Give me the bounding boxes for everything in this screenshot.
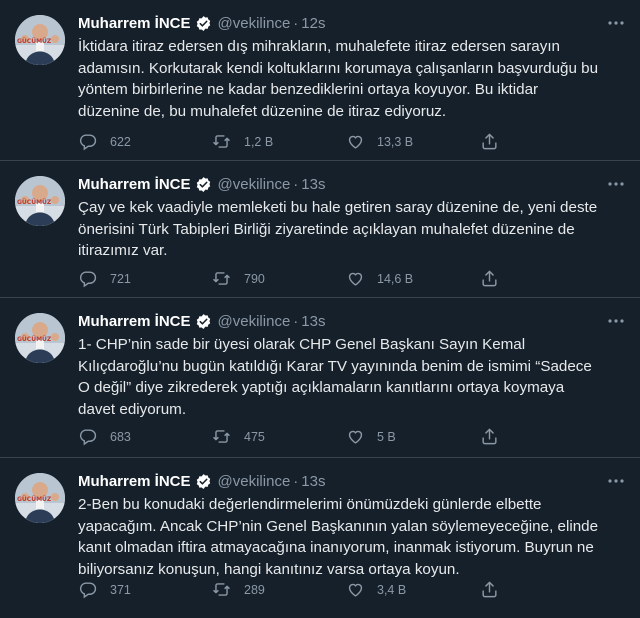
like-button[interactable]: 13,3 B bbox=[346, 132, 480, 151]
retweet-button[interactable]: 289 bbox=[212, 580, 346, 599]
tweet-actions: 683 475 5 B bbox=[78, 427, 614, 446]
tweet[interactable]: GÜCÜMÜZ Muharrem İNCE @vekilince · 13s 2… bbox=[0, 458, 640, 618]
retweet-count: 475 bbox=[244, 429, 265, 444]
tweet-header: Muharrem İNCE @vekilince · 12s bbox=[78, 12, 626, 34]
share-icon bbox=[482, 428, 497, 445]
retweet-icon bbox=[213, 583, 230, 596]
heart-icon bbox=[348, 135, 363, 149]
reply-button[interactable]: 371 bbox=[78, 580, 212, 599]
separator-dot: · bbox=[293, 312, 299, 330]
author-handle[interactable]: @vekilince bbox=[218, 313, 291, 330]
author-name[interactable]: Muharrem İNCE bbox=[78, 473, 191, 490]
avatar[interactable]: GÜCÜMÜZ bbox=[15, 473, 65, 523]
share-button[interactable] bbox=[480, 269, 614, 288]
more-icon[interactable] bbox=[606, 312, 626, 330]
svg-text:GÜCÜMÜZ: GÜCÜMÜZ bbox=[17, 496, 52, 503]
author-name[interactable]: Muharrem İNCE bbox=[78, 176, 191, 193]
like-count: 13,3 B bbox=[377, 134, 414, 149]
separator-dot: · bbox=[293, 14, 299, 32]
share-icon bbox=[482, 133, 497, 150]
heart-icon bbox=[348, 583, 363, 597]
tweet-actions: 371 289 3,4 B bbox=[78, 580, 614, 599]
retweet-count: 289 bbox=[244, 582, 265, 597]
tweet[interactable]: GÜCÜMÜZ Muharrem İNCE @vekilince · 12s İ… bbox=[0, 0, 640, 161]
share-icon bbox=[482, 270, 497, 287]
tweet-text: İktidara itiraz edersen dış mihrakların,… bbox=[78, 38, 599, 120]
heart-icon bbox=[348, 430, 363, 444]
share-button[interactable] bbox=[480, 132, 614, 151]
retweet-icon bbox=[213, 430, 230, 443]
svg-text:GÜCÜMÜZ: GÜCÜMÜZ bbox=[17, 38, 52, 45]
share-button[interactable] bbox=[480, 427, 614, 446]
verified-badge-icon bbox=[195, 313, 212, 330]
reply-button[interactable]: 721 bbox=[78, 269, 212, 288]
like-button[interactable]: 5 B bbox=[346, 427, 480, 446]
like-count: 3,4 B bbox=[377, 582, 407, 597]
avatar[interactable]: GÜCÜMÜZ bbox=[15, 176, 65, 226]
like-button[interactable]: 3,4 B bbox=[346, 580, 480, 599]
reply-icon bbox=[79, 429, 97, 446]
avatar[interactable]: GÜCÜMÜZ bbox=[15, 313, 65, 363]
reply-count: 371 bbox=[110, 582, 131, 597]
retweet-button[interactable]: 1,2 B bbox=[212, 132, 346, 151]
verified-badge-icon bbox=[195, 15, 212, 32]
tweet-header: Muharrem İNCE @vekilince · 13s bbox=[78, 470, 626, 492]
separator-dot: · bbox=[293, 472, 299, 490]
tweet[interactable]: GÜCÜMÜZ Muharrem İNCE @vekilince · 13s 1… bbox=[0, 298, 640, 458]
tweet-actions: 721 790 14,6 B bbox=[78, 269, 614, 288]
author-handle[interactable]: @vekilince bbox=[218, 473, 291, 490]
retweet-icon bbox=[213, 272, 230, 285]
tweet-text: 1- CHP’nin sade bir üyesi olarak CHP Gen… bbox=[78, 336, 592, 418]
like-count: 14,6 B bbox=[377, 271, 414, 286]
svg-text:GÜCÜMÜZ: GÜCÜMÜZ bbox=[17, 336, 52, 343]
reply-button[interactable]: 622 bbox=[78, 132, 212, 151]
reply-icon bbox=[79, 134, 97, 151]
tweet-actions: 622 1,2 B 13,3 B bbox=[78, 132, 614, 151]
more-icon[interactable] bbox=[606, 175, 626, 193]
heart-icon bbox=[348, 272, 363, 286]
verified-badge-icon bbox=[195, 176, 212, 193]
svg-text:GÜCÜMÜZ: GÜCÜMÜZ bbox=[17, 199, 52, 206]
tweet-header: Muharrem İNCE @vekilince · 13s bbox=[78, 310, 626, 332]
reply-button[interactable]: 683 bbox=[78, 427, 212, 446]
tweet-text: Çay ve kek vaadiyle memleketi bu hale ge… bbox=[78, 199, 598, 259]
reply-icon bbox=[79, 271, 97, 288]
retweet-icon bbox=[213, 135, 230, 148]
timestamp[interactable]: 13s bbox=[301, 313, 325, 330]
tweet[interactable]: GÜCÜMÜZ Muharrem İNCE @vekilince · 13s Ç… bbox=[0, 161, 640, 298]
author-handle[interactable]: @vekilince bbox=[218, 176, 291, 193]
retweet-button[interactable]: 790 bbox=[212, 269, 346, 288]
more-icon[interactable] bbox=[606, 472, 626, 490]
reply-count: 683 bbox=[110, 429, 131, 444]
like-count: 5 B bbox=[377, 429, 396, 444]
author-name[interactable]: Muharrem İNCE bbox=[78, 15, 191, 32]
author-name[interactable]: Muharrem İNCE bbox=[78, 313, 191, 330]
share-icon bbox=[482, 581, 497, 598]
verified-badge-icon bbox=[195, 473, 212, 490]
more-icon[interactable] bbox=[606, 14, 626, 32]
timestamp[interactable]: 13s bbox=[301, 473, 325, 490]
reply-count: 622 bbox=[110, 134, 131, 149]
tweet-header: Muharrem İNCE @vekilince · 13s bbox=[78, 173, 626, 195]
tweet-text: 2-Ben bu konudaki değerlendirmelerimi ön… bbox=[78, 496, 599, 578]
retweet-button[interactable]: 475 bbox=[212, 427, 346, 446]
reply-count: 721 bbox=[110, 271, 131, 286]
tweet-feed: GÜCÜMÜZ Muharrem İNCE @vekilince · 12s İ… bbox=[0, 0, 640, 618]
timestamp[interactable]: 13s bbox=[301, 176, 325, 193]
retweet-count: 790 bbox=[244, 271, 265, 286]
share-button[interactable] bbox=[480, 580, 614, 599]
like-button[interactable]: 14,6 B bbox=[346, 269, 480, 288]
author-handle[interactable]: @vekilince bbox=[218, 15, 291, 32]
reply-icon bbox=[79, 582, 97, 599]
timestamp[interactable]: 12s bbox=[301, 15, 325, 32]
avatar[interactable]: GÜCÜMÜZ bbox=[15, 15, 65, 65]
separator-dot: · bbox=[293, 175, 299, 193]
retweet-count: 1,2 B bbox=[244, 134, 274, 149]
